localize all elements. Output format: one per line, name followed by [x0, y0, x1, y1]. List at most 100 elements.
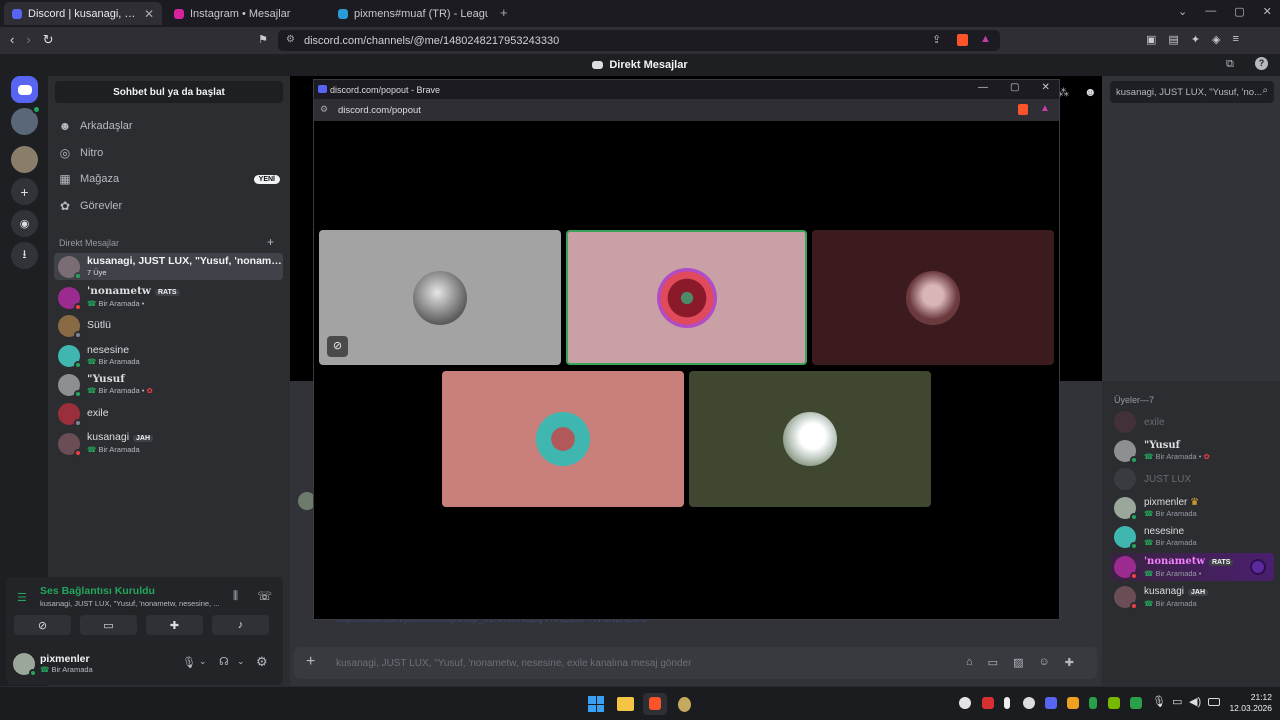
popout-minimize-icon[interactable]: —: [978, 82, 988, 93]
member-item[interactable]: kusanagi JAH ☎ Bir Aramada: [1114, 584, 1274, 610]
browser-tab-discord[interactable]: Discord | kusanagi, JUST LUX ✕: [4, 2, 162, 25]
dm-item[interactable]: kusanagi, JUST LUX, "Yusuf, 'nonamet... …: [54, 253, 283, 280]
new-tab-plus-icon[interactable]: +: [500, 5, 508, 20]
gif-icon[interactable]: ▭: [988, 656, 998, 669]
attach-plus-icon[interactable]: +: [306, 653, 315, 671]
file-explorer-icon[interactable]: [617, 697, 634, 711]
sidebar-item-quests[interactable]: ✿ Görevler: [58, 194, 280, 218]
back-icon[interactable]: ‹: [10, 32, 14, 48]
vpn-icon[interactable]: ◈: [1212, 33, 1220, 46]
member-item[interactable]: exile: [1114, 409, 1274, 435]
site-info-icon[interactable]: ⚙: [286, 34, 295, 45]
disconnect-icon[interactable]: ☏: [257, 589, 272, 603]
brave-shields-icon[interactable]: [957, 34, 968, 46]
browser-tab-instagram[interactable]: Instagram • Mesajlar: [166, 2, 326, 25]
member-item[interactable]: pixmenler ♛ ☎ Bir Aramada: [1114, 495, 1274, 521]
dm-item[interactable]: "Yusuf ☎ Bir Aramada • ✿: [54, 371, 283, 398]
connection-signal-icon[interactable]: ☰: [17, 591, 27, 604]
dm-item[interactable]: exile: [54, 400, 283, 427]
tray-app-icon[interactable]: [982, 697, 994, 709]
leo-ai-icon[interactable]: ✦: [1191, 33, 1200, 46]
brave-rewards-icon[interactable]: ▲: [1040, 103, 1050, 114]
server-icon-1[interactable]: [11, 105, 41, 135]
chevron-down-icon[interactable]: ⌄: [237, 656, 245, 667]
emoji-icon[interactable]: ☺: [1038, 656, 1049, 669]
sticker-icon[interactable]: ▨: [1013, 656, 1023, 669]
participant-tile[interactable]: [689, 371, 931, 507]
maximize-icon[interactable]: ▢: [1234, 5, 1244, 18]
headphones-icon[interactable]: ☊: [219, 655, 229, 668]
volume-icon[interactable]: ◀): [1189, 695, 1201, 708]
dm-item[interactable]: 'nonametw RATS ☎ Bir Aramada •: [54, 284, 283, 311]
participant-tile[interactable]: [812, 230, 1054, 365]
address-bar[interactable]: ⚙ discord.com/channels/@me/1480248217953…: [278, 30, 1000, 51]
participant-tile[interactable]: ⊘: [319, 230, 561, 365]
member-item[interactable]: JUST LUX: [1114, 466, 1274, 492]
tray-app-icon[interactable]: [1067, 697, 1079, 709]
brave-shields-icon[interactable]: [1018, 104, 1028, 115]
discover-icon[interactable]: ◉: [11, 210, 38, 237]
gift-icon[interactable]: ⌂: [966, 656, 973, 669]
dm-item[interactable]: nesesine ☎ Bir Aramada: [54, 342, 283, 369]
tray-app-icon[interactable]: [1089, 697, 1097, 709]
brave-rewards-icon[interactable]: ▲: [980, 33, 991, 45]
sidebar-icon[interactable]: ▣: [1146, 33, 1156, 46]
participant-tile[interactable]: [442, 371, 684, 507]
tray-microphone-icon[interactable]: 🎙︎: [1152, 695, 1166, 708]
add-server-icon[interactable]: +: [11, 178, 38, 205]
start-menu-icon[interactable]: [588, 696, 604, 712]
download-apps-icon[interactable]: ⭳: [11, 242, 38, 269]
tab-search-icon[interactable]: ⌄: [1178, 5, 1187, 18]
message-input[interactable]: + kusanagi, JUST LUX, "Yusuf, 'nonametw,…: [294, 647, 1097, 679]
tray-discord-icon[interactable]: [1045, 697, 1057, 709]
microphone-icon[interactable]: 🎙︎: [182, 656, 196, 669]
sidebar-item-friends[interactable]: ☻ Arkadaşlar: [58, 114, 280, 138]
share-icon[interactable]: ⇪: [932, 33, 941, 46]
tray-app-icon[interactable]: [1023, 697, 1035, 709]
find-conversation-button[interactable]: Sohbet bul ya da başlat: [55, 81, 283, 103]
league-client-icon[interactable]: [678, 697, 691, 712]
sidebar-item-nitro[interactable]: ◎ Nitro: [58, 141, 280, 165]
help-icon[interactable]: ?: [1255, 57, 1268, 70]
battery-icon[interactable]: [1208, 698, 1220, 706]
taskbar-brave-active[interactable]: [643, 693, 667, 715]
soundboard-button[interactable]: ♪: [212, 615, 269, 635]
window-close-icon[interactable]: ✕: [1263, 5, 1272, 18]
participant-tile-speaking[interactable]: [566, 230, 807, 365]
wallet-icon[interactable]: ▤: [1168, 33, 1178, 46]
inbox-icon[interactable]: ⧉: [1226, 58, 1234, 71]
bookmark-icon[interactable]: ⚑: [258, 33, 268, 46]
member-list-toggle-icon[interactable]: ☻: [1084, 85, 1097, 99]
network-icon[interactable]: ▭: [1172, 695, 1182, 708]
menu-icon[interactable]: ≡: [1233, 33, 1239, 46]
activities-button[interactable]: ✚: [146, 615, 203, 635]
camera-off-button[interactable]: ⊘: [14, 615, 71, 635]
settings-gear-icon[interactable]: ⚙: [256, 654, 268, 670]
dm-item[interactable]: kusanagi JAH ☎ Bir Aramada: [54, 430, 283, 457]
forward-icon[interactable]: ›: [26, 32, 30, 48]
tray-app-icon[interactable]: [959, 697, 971, 709]
tray-app-icon[interactable]: [1004, 697, 1010, 709]
avatar[interactable]: [13, 653, 37, 677]
popout-close-icon[interactable]: ✕: [1041, 82, 1049, 93]
member-item[interactable]: "Yusuf ☎ Bir Aramada • ✿: [1114, 438, 1274, 464]
minimize-icon[interactable]: —: [1205, 5, 1216, 18]
voice-status[interactable]: Ses Bağlantısı Kuruldu: [40, 585, 155, 597]
server-icon-2[interactable]: [11, 146, 38, 173]
clock[interactable]: 21:12 12.03.2026: [1226, 692, 1272, 714]
tray-nvidia-icon[interactable]: [1108, 697, 1120, 709]
sidebar-item-shop[interactable]: ▦ Mağaza YENİ: [58, 167, 280, 191]
member-item[interactable]: nesesine ☎ Bir Aramada: [1114, 524, 1274, 550]
noise-suppression-icon[interactable]: ⫼: [233, 590, 238, 603]
apps-icon[interactable]: ✚: [1065, 656, 1074, 669]
reload-icon[interactable]: ↻: [43, 32, 54, 48]
dm-item[interactable]: Sütlü: [54, 312, 283, 339]
browser-tab-leagueofgraphs[interactable]: pixmens#muaf (TR) - LeagueOfGraph: [330, 2, 496, 25]
tray-app-icon[interactable]: [1130, 697, 1142, 709]
direct-messages-home-icon[interactable]: [11, 76, 38, 103]
close-tab-icon[interactable]: ✕: [144, 7, 154, 21]
channel-search-input[interactable]: kusanagi, JUST LUX, "Yusuf, 'no... ⌕: [1110, 81, 1274, 103]
screen-share-button[interactable]: ▭: [80, 615, 137, 635]
create-dm-button[interactable]: +: [267, 235, 274, 249]
popout-maximize-icon[interactable]: ▢: [1010, 82, 1019, 93]
